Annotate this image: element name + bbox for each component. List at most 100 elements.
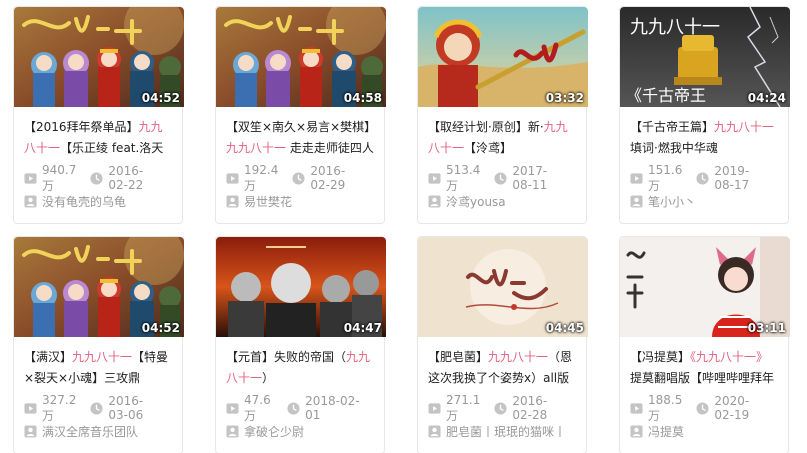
clock-icon xyxy=(292,171,305,185)
uploader-icon xyxy=(630,424,643,438)
title-prefix: 【2016拜年祭单品】 xyxy=(24,120,139,134)
uploader-link[interactable]: 易世樊花 xyxy=(226,192,374,210)
publish-date: 2018-02-01 xyxy=(305,394,360,422)
title-keyword: 《九九八十一》 xyxy=(690,350,769,364)
title-prefix: 【取经计划·原创】新· xyxy=(428,120,544,134)
clock-icon xyxy=(90,171,103,185)
play-count-icon xyxy=(630,402,643,414)
video-stats: 271.1万 2016-02-28 xyxy=(428,393,576,423)
uploader-link[interactable]: 泠鸢yousa xyxy=(428,192,576,210)
video-card[interactable]: 九九八十一 《千古帝王 04:24 【千古帝王篇】九九八十一填词·燃我中华魂 1… xyxy=(619,6,790,224)
publish-date: 2017-08-11 xyxy=(512,164,548,192)
video-stats: 327.2万 2016-03-06 xyxy=(24,393,172,423)
uploader-name: 没有龟壳的乌龟 xyxy=(42,194,127,209)
play-count-icon xyxy=(24,172,37,184)
video-card[interactable]: 04:47 【元首】失败的帝国（九九八十一） 47.6万 2018-02-01 … xyxy=(215,236,386,453)
view-count: 940.7万 xyxy=(42,162,77,193)
uploader-name: 肥皂菌丨珉珉的猫咪丨 xyxy=(446,424,567,439)
video-card[interactable]: 04:52 【满汉】九九八十一【特曼×裂天×小魂】三攻鼎 327.2万 2016… xyxy=(13,236,184,453)
clock-icon xyxy=(696,171,709,185)
video-duration: 04:58 xyxy=(343,91,382,105)
video-thumbnail[interactable]: 03:32 xyxy=(418,7,588,107)
video-stats: 188.5万 2020-02-19 xyxy=(630,393,778,423)
uploader-icon xyxy=(24,194,37,208)
uploader-icon xyxy=(24,424,37,438)
title-prefix: 【双笙×南久×易言×樊棋】 xyxy=(226,120,374,134)
thumbnail-bottom-text: 《千古帝王 xyxy=(626,86,706,105)
uploader-link[interactable]: 笔小小丶 xyxy=(630,192,778,210)
uploader-name: 泠鸢yousa xyxy=(446,194,506,209)
title-keyword: 九九八十一 xyxy=(226,141,287,155)
video-title[interactable]: 【元首】失败的帝国（九九八十一） xyxy=(226,347,374,389)
video-stats: 192.4万 2016-02-29 xyxy=(226,163,374,193)
video-duration: 04:45 xyxy=(545,321,584,335)
video-thumbnail[interactable]: 03:11 xyxy=(620,237,790,337)
view-count: 192.4万 xyxy=(244,162,279,193)
video-title[interactable]: 【满汉】九九八十一【特曼×裂天×小魂】三攻鼎 xyxy=(24,347,172,389)
view-count: 47.6万 xyxy=(244,392,271,423)
view-count: 327.2万 xyxy=(42,392,77,423)
uploader-icon xyxy=(428,194,441,208)
view-count: 188.5万 xyxy=(648,392,683,423)
video-card[interactable]: 04:52 【2016拜年祭单品】九九八十一【乐正绫 feat.洛天依 940.… xyxy=(13,6,184,224)
uploader-link[interactable]: 拿破仑少尉 xyxy=(226,422,374,440)
video-grid: 04:52 【2016拜年祭单品】九九八十一【乐正绫 feat.洛天依 940.… xyxy=(0,0,807,453)
video-title[interactable]: 【肥皂菌】九九八十一（恩这次我换了个姿势x）all版 xyxy=(428,347,576,389)
video-stats: 513.4万 2017-08-11 xyxy=(428,163,576,193)
video-card[interactable]: 04:45 【肥皂菌】九九八十一（恩这次我换了个姿势x）all版 271.1万 … xyxy=(417,236,588,453)
title-suffix: 提莫翻唱版【哔哩哔哩拜年 xyxy=(630,371,775,385)
video-title[interactable]: 【双笙×南久×易言×樊棋】九九八十一 走走走师徒四人 xyxy=(226,117,374,159)
title-suffix: ） xyxy=(262,371,275,385)
uploader-name: 拿破仑少尉 xyxy=(244,424,305,439)
video-card[interactable]: 03:11 【冯提莫】《九九八十一》提莫翻唱版【哔哩哔哩拜年 188.5万 20… xyxy=(619,236,790,453)
video-card[interactable]: 04:58 【双笙×南久×易言×樊棋】九九八十一 走走走师徒四人 192.4万 … xyxy=(215,6,386,224)
uploader-icon xyxy=(630,194,643,208)
play-count-icon xyxy=(226,402,239,414)
video-title[interactable]: 【千古帝王篇】九九八十一填词·燃我中华魂 xyxy=(630,117,778,159)
view-count: 151.6万 xyxy=(648,162,683,193)
video-thumbnail[interactable]: 04:47 xyxy=(216,237,386,337)
video-duration: 04:52 xyxy=(141,91,180,105)
play-count-icon xyxy=(226,172,239,184)
view-count: 513.4万 xyxy=(446,162,481,193)
video-thumbnail[interactable]: 04:52 xyxy=(14,7,184,107)
title-prefix: 【肥皂菌】 xyxy=(428,350,489,364)
thumbnail-top-text: 九九八十一 xyxy=(630,17,720,38)
title-prefix: 【元首】失败的帝国（ xyxy=(226,350,347,364)
title-prefix: 【满汉】 xyxy=(24,350,73,364)
video-duration: 03:32 xyxy=(545,91,584,105)
uploader-link[interactable]: 肥皂菌丨珉珉的猫咪丨 xyxy=(428,422,576,440)
publish-date: 2016-02-22 xyxy=(108,164,144,192)
video-duration: 04:52 xyxy=(141,321,180,335)
video-stats: 151.6万 2019-08-17 xyxy=(630,163,778,193)
uploader-link[interactable]: 冯提莫 xyxy=(630,422,778,440)
title-keyword: 九九八十一 xyxy=(488,350,549,364)
clock-icon xyxy=(90,401,103,415)
video-title[interactable]: 【冯提莫】《九九八十一》提莫翻唱版【哔哩哔哩拜年 xyxy=(630,347,778,389)
publish-date: 2020-02-19 xyxy=(714,394,750,422)
video-thumbnail[interactable]: 04:45 xyxy=(418,237,588,337)
video-thumbnail[interactable]: 04:58 xyxy=(216,7,386,107)
video-title[interactable]: 【取经计划·原创】新·九九八十一【泠鸢】 xyxy=(428,117,576,159)
play-count-icon xyxy=(428,402,441,414)
video-thumbnail[interactable]: 九九八十一 《千古帝王 04:24 xyxy=(620,7,790,107)
clock-icon xyxy=(287,401,300,415)
video-thumbnail[interactable]: 04:52 xyxy=(14,237,184,337)
clock-icon xyxy=(494,171,507,185)
title-suffix: 走走走师徒四人 xyxy=(286,141,374,155)
publish-date: 2016-02-29 xyxy=(310,164,346,192)
video-duration: 04:24 xyxy=(747,91,786,105)
view-count: 271.1万 xyxy=(446,392,481,423)
video-duration: 03:11 xyxy=(747,321,786,335)
uploader-icon xyxy=(226,194,239,208)
publish-date: 2016-03-06 xyxy=(108,394,144,422)
video-card[interactable]: 03:32 【取经计划·原创】新·九九八十一【泠鸢】 513.4万 2017-0… xyxy=(417,6,588,224)
video-stats: 47.6万 2018-02-01 xyxy=(226,393,374,423)
video-title[interactable]: 【2016拜年祭单品】九九八十一【乐正绫 feat.洛天依 xyxy=(24,117,172,159)
title-prefix: 【冯提莫】 xyxy=(630,350,691,364)
uploader-icon xyxy=(428,424,441,438)
uploader-link[interactable]: 没有龟壳的乌龟 xyxy=(24,192,172,210)
publish-date: 2019-08-17 xyxy=(714,164,750,192)
uploader-link[interactable]: 满汉全席音乐团队 xyxy=(24,422,172,440)
title-suffix: 【泠鸢】 xyxy=(464,141,513,155)
